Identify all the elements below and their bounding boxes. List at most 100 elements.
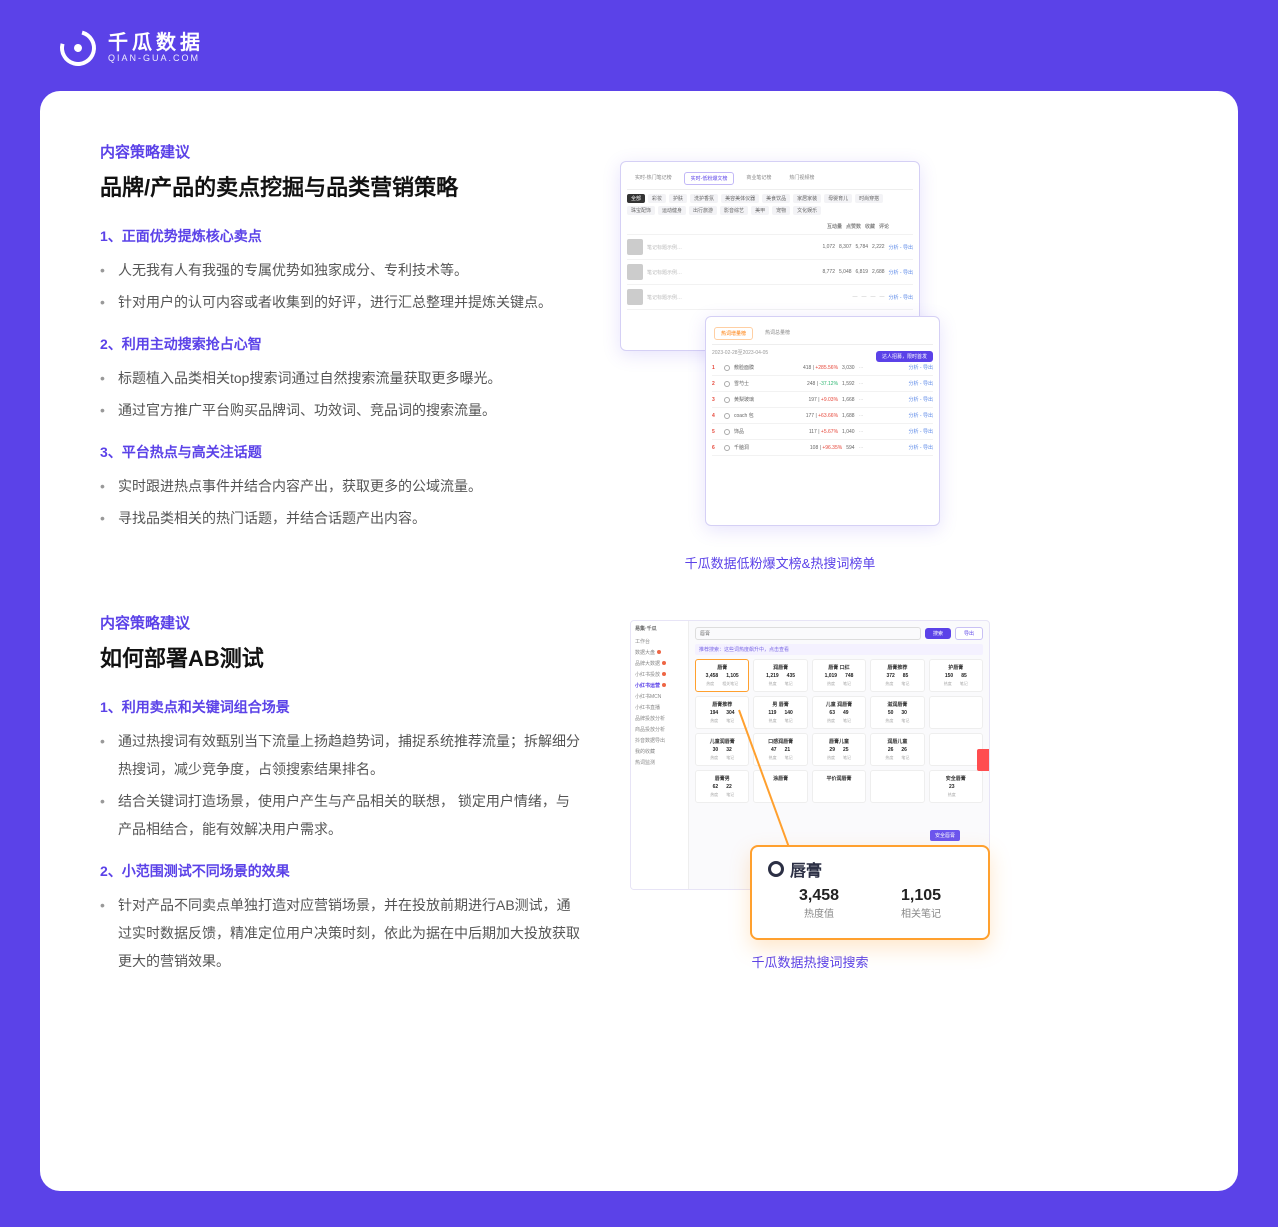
keyword-cell[interactable]: 护唇膏 15085 热度笔记: [929, 659, 983, 692]
chip[interactable]: 出行旅游: [689, 206, 717, 215]
keyword-cell[interactable]: 安全唇膏 23 热度: [929, 770, 983, 803]
title-2: 如何部署AB测试: [100, 641, 580, 673]
keyword-cell[interactable]: 唇膏推荐 37285 热度笔记: [870, 659, 924, 692]
brand-en: QIAN-GUA.COM: [108, 53, 204, 63]
promo-pill[interactable]: 达人招募，限时首发: [876, 351, 933, 362]
panel-hotword-rank: 热词增量榜 热词总量榜 达人招募，限时首发 2023-02-28至2023-04…: [705, 316, 940, 526]
hint-banner: 推荐搜索：这些词热度飙升中，点击查看: [695, 644, 983, 655]
tab-hotword-total[interactable]: 热词总量榜: [759, 327, 796, 340]
chip[interactable]: 影音综艺: [720, 206, 748, 215]
keyword-callout: 唇膏 3,458 热度值 1,105 相关笔记: [750, 845, 990, 940]
tab[interactable]: 实时-热门笔记榜: [629, 172, 678, 185]
callout-notes: 1,105: [901, 887, 941, 905]
link[interactable]: 分析 - 导出: [889, 244, 913, 251]
keyword-cell[interactable]: 儿童润唇膏 3032 热度笔记: [695, 733, 749, 766]
sidebar-item[interactable]: 数据大盘: [635, 647, 684, 658]
brand-header: 千瓜数据 QIAN-GUA.COM: [0, 0, 1278, 81]
subhead-1a: 1、正面优势提炼核心卖点: [100, 226, 580, 246]
tab[interactable]: 热门视频榜: [783, 172, 820, 185]
keyword-cell[interactable]: 儿童 润唇膏 6349 热度笔记: [812, 696, 866, 729]
rank-row: 3 黄梨玻璃 197 | +9.03% 1,668 ··· 分析 - 导出: [712, 392, 933, 408]
sidebar-item[interactable]: 抖音数据导出: [635, 735, 684, 746]
bullet: 通过官方推广平台购买品牌词、功效词、竞品词的搜索流量。: [100, 396, 580, 424]
keyword-cell[interactable]: [870, 770, 924, 803]
sidebar-item[interactable]: 工作台: [635, 636, 684, 647]
keyword-cell[interactable]: 口感润唇膏 4721 热度笔记: [753, 733, 807, 766]
sidebar-item[interactable]: 热词监测: [635, 757, 684, 768]
brand-cn: 千瓜数据: [108, 33, 204, 53]
tab-active[interactable]: 实时-低粉爆文榜: [684, 172, 735, 185]
bullet: 寻找品类相关的热门话题，并结合话题产出内容。: [100, 504, 580, 532]
search-button[interactable]: 搜索: [925, 628, 951, 639]
keyword-cell[interactable]: [929, 696, 983, 729]
chip[interactable]: 文化娱乐: [793, 206, 821, 215]
export-button[interactable]: 导出: [955, 627, 983, 640]
chip[interactable]: 时尚穿搭: [855, 194, 883, 203]
chip[interactable]: 宠物: [772, 206, 790, 215]
sidebar: 易集·千瓜 工作台数据大盘品牌大数据小红书投放小红书运营小红书MCN小红书直播品…: [631, 621, 689, 889]
keyword-cell[interactable]: 润唇膏 1,219435 热度笔记: [753, 659, 807, 692]
keyword-cell[interactable]: 唇膏男 6222 热度笔记: [695, 770, 749, 803]
chip[interactable]: 美甲: [751, 206, 769, 215]
sidebar-item[interactable]: 商品投放分析: [635, 724, 684, 735]
sidebar-item[interactable]: 小红书运营: [635, 680, 684, 691]
keyword-cell[interactable]: 平价润唇膏: [812, 770, 866, 803]
chip[interactable]: 珠宝配饰: [627, 206, 655, 215]
rank-row: 2 雪芍士 248 | -37.12% 1,592 ··· 分析 - 导出: [712, 376, 933, 392]
chip[interactable]: 护肤: [669, 194, 687, 203]
callout-heat: 3,458: [799, 887, 839, 905]
section-2: 内容策略建议 如何部署AB测试 1、利用卖点和关键词组合场景 通过热搜词有效甄别…: [100, 612, 1178, 979]
sidebar-item[interactable]: 小红书直播: [635, 702, 684, 713]
keyword-cell[interactable]: 唇膏 3,4581,105 热度相关笔记: [695, 659, 749, 692]
bullet: 标题植入品类相关top搜索词通过自然搜索流量获取更多曝光。: [100, 364, 580, 392]
logo-icon: [53, 23, 102, 72]
keyword-cell[interactable]: 唇膏 口红 1,019748 热度笔记: [812, 659, 866, 692]
search-input[interactable]: 唇膏: [695, 627, 921, 640]
chip[interactable]: 家居家装: [793, 194, 821, 203]
bullet: 人无我有人有我强的专属优势如独家成分、专利技术等。: [100, 256, 580, 284]
rank-row: 5 饰品 117 | +5.67% 1,040 ··· 分析 - 导出: [712, 424, 933, 440]
chip[interactable]: 洗护香氛: [690, 194, 718, 203]
sidebar-item[interactable]: 小红书投放: [635, 669, 684, 680]
callout-heat-label: 热度值: [799, 905, 839, 920]
brand-sub: 易集·千瓜: [635, 625, 684, 636]
chip[interactable]: 彩妆: [648, 194, 666, 203]
keyword-cell[interactable]: [929, 733, 983, 766]
subhead-2b: 2、小范围测试不同场景的效果: [100, 861, 580, 881]
figure-1-caption: 千瓜数据低粉爆文榜&热搜词榜单: [685, 553, 876, 572]
chip[interactable]: 美容美体仪器: [721, 194, 759, 203]
sidebar-item[interactable]: 品牌投放分析: [635, 713, 684, 724]
col: 互动量: [827, 223, 842, 230]
rank-row: 4 coach 包 177 | +63.66% 1,688 ··· 分析 - 导…: [712, 408, 933, 424]
subhead-1b: 2、利用主动搜索抢占心智: [100, 334, 580, 354]
sidebar-item[interactable]: 我的收藏: [635, 746, 684, 757]
keyword-cell[interactable]: 滋润唇膏 5030 热度笔记: [870, 696, 924, 729]
link[interactable]: 分析 - 导出: [889, 294, 913, 301]
bullet: 结合关键词打造场景，使用户产生与产品相关的联想， 锁定用户情绪，与产品相结合，能…: [100, 787, 580, 843]
rank-row: 6 千脑洞 108 | +96.35% 594 ··· 分析 - 导出: [712, 440, 933, 456]
figure-2: 易集·千瓜 工作台数据大盘品牌大数据小红书投放小红书运营小红书MCN小红书直播品…: [630, 620, 990, 940]
sidebar-item[interactable]: 品牌大数据: [635, 658, 684, 669]
col: 收藏: [865, 223, 875, 230]
chip-all[interactable]: 全部: [627, 194, 645, 203]
chip[interactable]: 美食饮品: [762, 194, 790, 203]
keyword-cell[interactable]: 润唇儿童 2626 热度笔记: [870, 733, 924, 766]
subhead-2a: 1、利用卖点和关键词组合场景: [100, 697, 580, 717]
keyword-cell[interactable]: 男 唇膏 119140 热度笔记: [753, 696, 807, 729]
tab-hotword-inc[interactable]: 热词增量榜: [714, 327, 753, 340]
bullet: 通过热搜词有效甄别当下流量上扬趋趋势词，捕捉系统推荐流量；拆解细分热搜词，减少竞…: [100, 727, 580, 783]
sidebar-item[interactable]: 小红书MCN: [635, 691, 684, 702]
title-1: 品牌/产品的卖点挖掘与品类营销策略: [100, 170, 580, 202]
chip[interactable]: 运动健身: [658, 206, 686, 215]
figure-2-caption: 千瓜数据热搜词搜索: [751, 952, 868, 971]
chip[interactable]: 母婴育儿: [824, 194, 852, 203]
subhead-1c: 3、平台热点与高关注话题: [100, 442, 580, 462]
col: 点赞数: [846, 223, 861, 230]
content-card: 内容策略建议 品牌/产品的卖点挖掘与品类营销策略 1、正面优势提炼核心卖点 人无…: [40, 91, 1238, 1191]
bullet: 针对产品不同卖点单独打造对应营销场景，并在投放前期进行AB测试，通过实时数据反馈…: [100, 891, 580, 975]
tab[interactable]: 商业笔记榜: [740, 172, 777, 185]
recommend-tag: 安全唇膏: [930, 830, 960, 841]
keyword-cell[interactable]: 唇膏儿童 2925 热度笔记: [812, 733, 866, 766]
link[interactable]: 分析 - 导出: [889, 269, 913, 276]
eyebrow-2: 内容策略建议: [100, 612, 580, 633]
